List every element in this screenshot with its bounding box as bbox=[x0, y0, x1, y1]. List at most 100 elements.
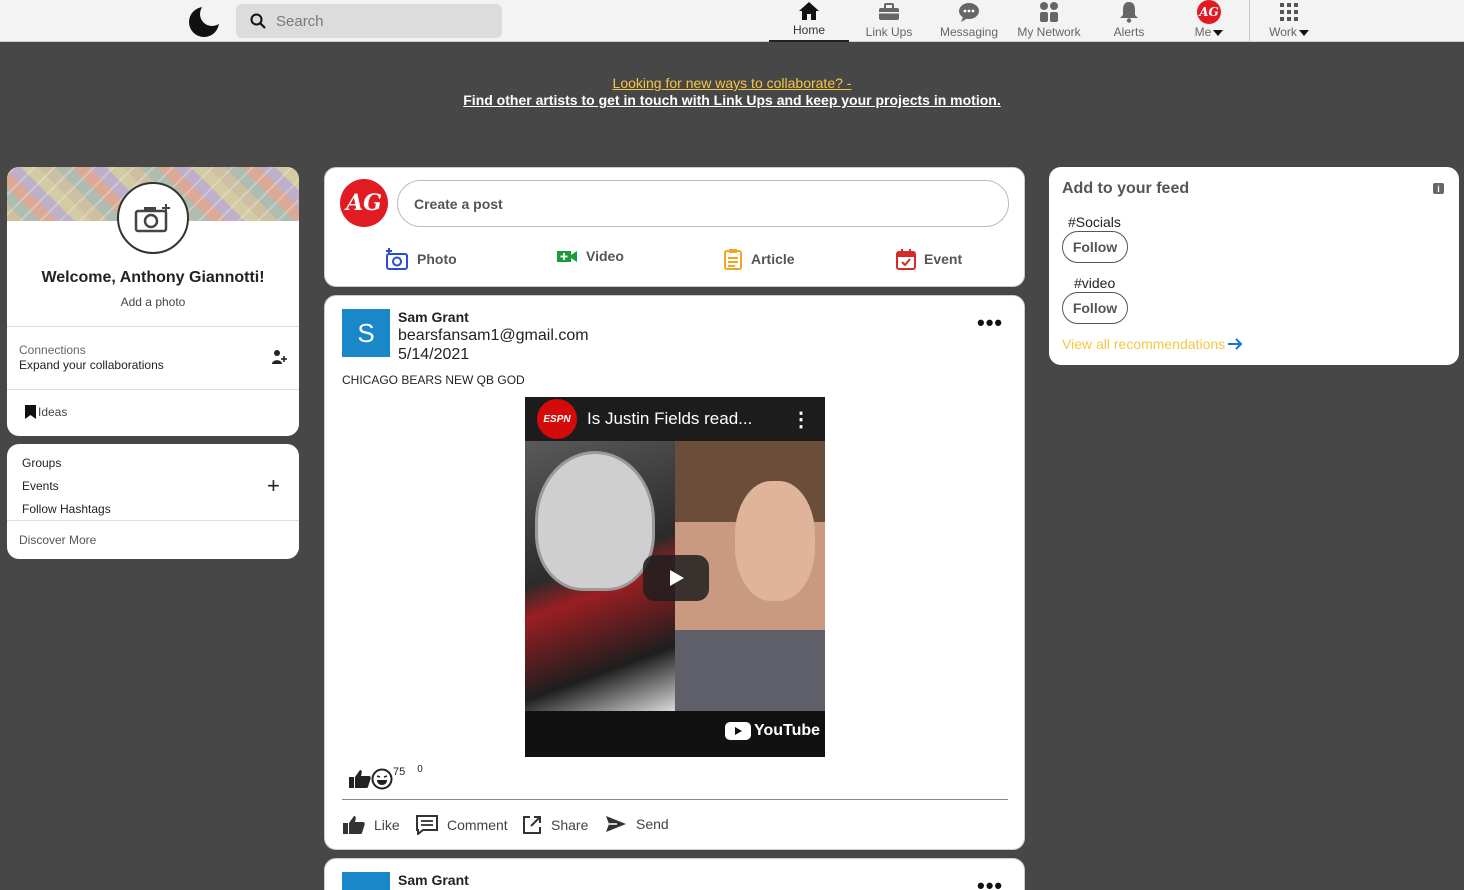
reaction-summary[interactable]: 75 0 bbox=[349, 764, 423, 790]
connections-label[interactable]: Connections bbox=[19, 343, 86, 357]
youtube-logo[interactable]: YouTube bbox=[725, 722, 820, 740]
laugh-emoji-icon bbox=[371, 768, 393, 790]
video-title-bar: ESPN Is Justin Fields read... ⋮ bbox=[525, 397, 825, 441]
ideas-link[interactable]: Ideas bbox=[25, 405, 67, 419]
like-icon bbox=[343, 816, 365, 834]
welcome-heading: Welcome, Anthony Giannotti! bbox=[41, 269, 265, 286]
avatar[interactable]: AG bbox=[340, 179, 388, 227]
arrow-right-icon bbox=[1228, 338, 1243, 350]
avatar[interactable] bbox=[342, 872, 390, 890]
send-button[interactable]: Send bbox=[605, 815, 669, 833]
nav-link-ups-label: Link Ups bbox=[865, 25, 913, 39]
article-button[interactable]: Article bbox=[723, 248, 795, 270]
search-icon bbox=[250, 13, 266, 29]
more-options-icon[interactable]: ••• bbox=[977, 873, 1003, 890]
photo-label: Photo bbox=[417, 251, 457, 267]
avatar: AG bbox=[1197, 0, 1221, 24]
play-icon bbox=[670, 570, 684, 586]
reaction-count: 75 bbox=[393, 766, 406, 778]
share-icon bbox=[523, 816, 541, 834]
video-icon bbox=[557, 251, 577, 262]
video-menu-icon[interactable]: ⋮ bbox=[791, 407, 811, 432]
view-all-recommendations-link[interactable]: View all recommendations bbox=[1062, 336, 1243, 352]
hashtag-socials[interactable]: #Socials bbox=[1068, 214, 1121, 230]
add-photo-button[interactable] bbox=[117, 182, 189, 254]
groups-card: Groups Events + Follow Hashtags Discover… bbox=[7, 444, 299, 559]
search-input[interactable] bbox=[276, 12, 476, 30]
post-author[interactable]: Sam Grant bbox=[398, 309, 469, 325]
feed-post: Sam Grant ••• bbox=[324, 858, 1025, 890]
nav-messaging[interactable]: Messaging bbox=[929, 0, 1009, 42]
bookmark-icon bbox=[25, 405, 36, 419]
article-label: Article bbox=[751, 251, 795, 267]
nav-work-label: Work bbox=[1269, 25, 1309, 39]
share-label: Share bbox=[551, 817, 589, 833]
groups-link[interactable]: Groups bbox=[22, 456, 61, 470]
profile-card: Welcome, Anthony Giannotti! Add a photo … bbox=[7, 167, 299, 436]
nav-link-ups[interactable]: Link Ups bbox=[849, 0, 929, 42]
caret-down-icon bbox=[1298, 29, 1309, 36]
helmet-shape bbox=[535, 451, 655, 591]
briefcase-icon bbox=[877, 0, 901, 24]
comment-label: Comment bbox=[447, 817, 508, 833]
nav-alerts[interactable]: Alerts bbox=[1089, 0, 1169, 42]
banner-link-collaborate[interactable]: Looking for new ways to collaborate? - bbox=[0, 75, 1464, 92]
article-icon bbox=[724, 249, 742, 270]
camera-plus-icon bbox=[134, 204, 170, 233]
avatar[interactable]: S bbox=[342, 309, 390, 357]
events-link[interactable]: Events bbox=[22, 479, 59, 493]
nav-home-label: Home bbox=[792, 23, 825, 37]
photo-icon bbox=[386, 248, 408, 270]
video-button[interactable]: Video bbox=[556, 248, 624, 264]
calendar-icon bbox=[896, 249, 916, 270]
me-avatar-wrap: AG bbox=[1197, 0, 1221, 24]
video-label: Video bbox=[586, 248, 624, 264]
chat-icon bbox=[957, 0, 981, 24]
video-embed[interactable]: ESPN Is Justin Fields read... ⋮ YouTube bbox=[525, 397, 825, 757]
espn-logo: ESPN bbox=[537, 399, 577, 439]
feed-card-title: Add to your feed bbox=[1062, 180, 1190, 197]
nav-messaging-label: Messaging bbox=[939, 25, 999, 39]
home-icon bbox=[797, 0, 821, 22]
follow-socials-button[interactable]: Follow bbox=[1062, 231, 1128, 263]
nav-my-network-label: My Network bbox=[1017, 25, 1081, 39]
bell-icon bbox=[1117, 0, 1141, 24]
follow-video-button[interactable]: Follow bbox=[1062, 292, 1128, 324]
add-person-icon[interactable] bbox=[271, 349, 287, 365]
banner-link-link-ups[interactable]: Find other artists to get in touch with … bbox=[0, 92, 1464, 109]
send-label: Send bbox=[636, 816, 669, 832]
more-options-icon[interactable]: ••• bbox=[977, 310, 1003, 336]
follow-hashtags-link[interactable]: Follow Hashtags bbox=[22, 502, 111, 516]
nav-alerts-label: Alerts bbox=[1113, 25, 1145, 39]
add-event-icon[interactable]: + bbox=[267, 475, 280, 497]
comment-button[interactable]: Comment bbox=[416, 815, 508, 835]
nav-home[interactable]: Home bbox=[769, 0, 849, 42]
share-button[interactable]: Share bbox=[522, 815, 588, 835]
post-author[interactable]: Sam Grant bbox=[398, 872, 469, 888]
send-icon bbox=[606, 816, 626, 832]
like-label: Like bbox=[374, 817, 400, 833]
nav-work[interactable]: Work bbox=[1249, 0, 1329, 42]
info-icon[interactable]: i bbox=[1433, 183, 1444, 194]
video-title[interactable]: Is Justin Fields read... bbox=[587, 409, 777, 429]
thumbs-up-icon bbox=[349, 770, 371, 788]
discover-more-link[interactable]: Discover More bbox=[19, 533, 96, 547]
like-button[interactable]: Like bbox=[343, 815, 400, 835]
moon-logo-icon[interactable] bbox=[187, 4, 221, 38]
hashtag-video[interactable]: #video bbox=[1074, 275, 1115, 291]
connections-subtitle[interactable]: Expand your collaborations bbox=[19, 358, 164, 372]
nav-my-network[interactable]: My Network bbox=[1009, 0, 1089, 42]
post-date: 5/14/2021 bbox=[398, 346, 470, 363]
ideas-label: Ideas bbox=[38, 405, 68, 419]
photo-button[interactable]: Photo bbox=[385, 248, 457, 270]
search-bar[interactable] bbox=[236, 4, 502, 38]
people-icon bbox=[1037, 0, 1061, 24]
play-button[interactable] bbox=[643, 555, 709, 601]
add-photo-link[interactable]: Add a photo bbox=[7, 295, 299, 309]
face-shape bbox=[735, 481, 815, 601]
event-button[interactable]: Event bbox=[896, 248, 962, 270]
create-post-input[interactable]: Create a post bbox=[397, 180, 1009, 227]
top-navigation-bar: Home Link Ups Messaging My Network Alert… bbox=[0, 0, 1464, 42]
divider bbox=[342, 799, 1008, 800]
nav-me[interactable]: AG Me bbox=[1169, 0, 1249, 42]
